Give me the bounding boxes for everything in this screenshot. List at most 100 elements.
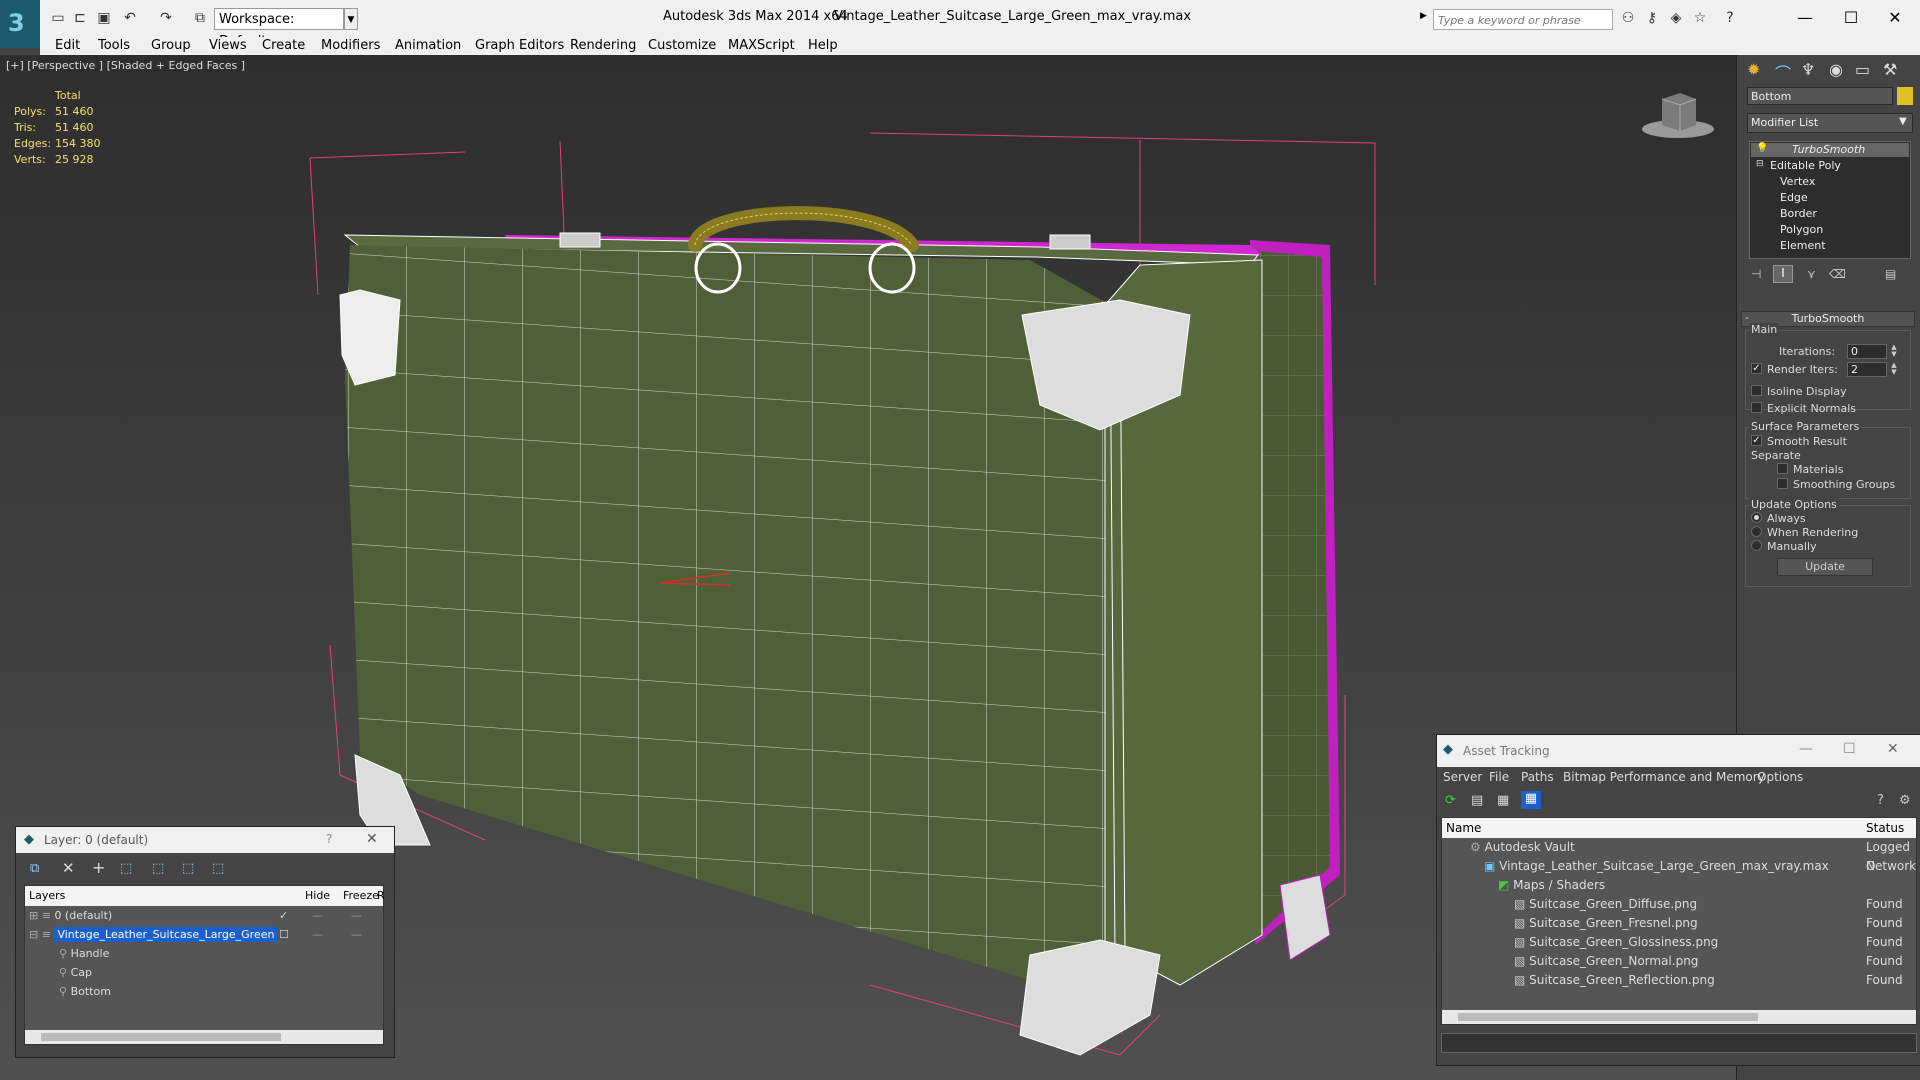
asset-row[interactable]: ▧ Suitcase_Green_Normal.png xyxy=(1514,952,1698,971)
redo-icon[interactable]: ↷ xyxy=(156,8,176,28)
new-file-icon[interactable]: ▭ xyxy=(48,8,68,28)
menu-paths[interactable]: Paths xyxy=(1521,770,1554,784)
menu-file[interactable]: File xyxy=(1489,770,1509,784)
chevron-down-icon[interactable]: ▼ xyxy=(344,8,358,30)
motion-tab-icon[interactable]: ◉ xyxy=(1829,60,1843,79)
menu-animation[interactable]: Animation xyxy=(395,37,461,55)
column-name[interactable]: Name xyxy=(1446,821,1481,835)
column-status[interactable]: Status xyxy=(1866,821,1904,835)
hierarchy-tab-icon[interactable]: ♆ xyxy=(1801,60,1815,79)
stack-item-editable-poly[interactable]: Editable Poly xyxy=(1770,159,1841,172)
subscription-icon[interactable]: ◈ xyxy=(1666,8,1686,28)
isoline-checkbox[interactable] xyxy=(1751,385,1762,396)
delete-layer-icon[interactable]: ✕ xyxy=(62,859,75,877)
app-logo-button[interactable]: 3 xyxy=(0,0,40,48)
favorites-star-icon[interactable]: ☆ xyxy=(1690,8,1710,28)
workspace-dropdown[interactable]: Workspace: Default xyxy=(214,8,344,49)
open-file-icon[interactable]: ⊏ xyxy=(70,8,90,28)
menu-options[interactable]: Options xyxy=(1757,770,1803,784)
menu-create[interactable]: Create xyxy=(262,37,305,55)
pin-stack-icon[interactable]: ⊣ xyxy=(1751,267,1761,281)
asset-row[interactable]: ▧ Suitcase_Green_Reflection.png xyxy=(1514,971,1715,990)
stack-item-vertex[interactable]: Vertex xyxy=(1780,175,1815,188)
menu-server[interactable]: Server xyxy=(1443,770,1482,784)
project-folder-icon[interactable]: ⧉ xyxy=(190,8,210,28)
select-objects-icon[interactable]: ⬚ xyxy=(120,861,132,876)
column-freeze[interactable]: Freeze xyxy=(343,889,379,902)
set-current-icon[interactable]: ☐ xyxy=(279,925,289,944)
close-icon[interactable]: ✕ xyxy=(1887,741,1899,757)
stack-item-element[interactable]: Element xyxy=(1780,239,1826,252)
minimize-icon[interactable]: — xyxy=(1790,5,1820,30)
menu-group[interactable]: Group xyxy=(151,37,191,55)
maximize-icon[interactable]: ☐ xyxy=(1836,5,1866,30)
menu-bitmap-performance[interactable]: Bitmap Performance and Memory xyxy=(1563,770,1765,784)
render-iters-checkbox[interactable]: ✓ xyxy=(1751,363,1762,374)
menu-edit[interactable]: Edit xyxy=(55,37,80,55)
asset-row[interactable]: ▧ Suitcase_Green_Glossiness.png xyxy=(1514,933,1718,952)
maximize-icon[interactable]: ☐ xyxy=(1843,741,1856,757)
help-icon[interactable]: ? xyxy=(326,832,332,846)
expand-search-icon[interactable]: ▶ xyxy=(1420,11,1427,21)
asset-row[interactable]: ◩ Maps / Shaders xyxy=(1498,876,1605,895)
help-icon[interactable]: ? xyxy=(1877,793,1884,808)
menu-tools[interactable]: Tools xyxy=(98,37,130,55)
modifier-stack[interactable]: 💡 TurboSmooth ⊟ Editable Poly Vertex Edg… xyxy=(1749,141,1911,259)
smooth-result-checkbox[interactable]: ✓ xyxy=(1751,435,1762,446)
utilities-tab-icon[interactable]: ⚒ xyxy=(1883,60,1897,79)
layer-row[interactable]: ⊟ ≡ Vintage_Leather_Suitcase_Large_Green… xyxy=(29,925,383,944)
modifier-list-dropdown[interactable]: Modifier List xyxy=(1747,113,1913,133)
stack-item-edge[interactable]: Edge xyxy=(1780,191,1808,204)
menu-maxscript[interactable]: MAXScript xyxy=(728,37,795,55)
modify-tab-icon[interactable]: ⌒ xyxy=(1775,60,1791,84)
list-view-icon[interactable]: ▤ xyxy=(1471,793,1483,808)
make-unique-icon[interactable]: ⋎ xyxy=(1807,267,1816,281)
freeze-all-icon[interactable]: ⬚ xyxy=(212,861,224,876)
close-icon[interactable]: ✕ xyxy=(366,831,378,847)
materials-checkbox[interactable] xyxy=(1777,463,1788,474)
asset-row[interactable]: ▧ Suitcase_Green_Diffuse.png xyxy=(1514,895,1697,914)
layer-row[interactable]: ⚲ Handle xyxy=(59,944,109,963)
manually-radio[interactable] xyxy=(1751,540,1762,551)
asset-tracking-titlebar[interactable]: ◆ Asset Tracking — ☐ ✕ xyxy=(1437,735,1920,767)
chevron-down-icon[interactable]: ▼ xyxy=(1899,116,1907,127)
hide-toggle[interactable]: — xyxy=(312,925,323,944)
settings-icon[interactable]: ⚙ xyxy=(1899,793,1911,808)
highlight-layer-icon[interactable]: ⬚ xyxy=(152,861,164,876)
horizontal-scrollbar[interactable] xyxy=(25,1030,383,1044)
asset-row[interactable]: ▣ Vintage_Leather_Suitcase_Large_Green_m… xyxy=(1484,857,1829,876)
column-render[interactable]: R xyxy=(377,889,385,902)
remove-modifier-icon[interactable]: ⌫ xyxy=(1829,267,1846,281)
hide-toggle[interactable]: — xyxy=(312,906,323,925)
horizontal-scrollbar[interactable] xyxy=(1442,1010,1916,1024)
active-layer-check-icon[interactable]: ✓ xyxy=(279,906,288,925)
menu-views[interactable]: Views xyxy=(209,37,247,55)
update-button[interactable]: Update xyxy=(1777,558,1873,576)
spinner-arrows-icon[interactable]: ▲ ▼ xyxy=(1889,344,1899,359)
iterations-spinner[interactable]: 0 xyxy=(1847,344,1887,359)
freeze-toggle[interactable]: — xyxy=(351,906,362,925)
search-input[interactable]: Type a keyword or phrase xyxy=(1433,9,1613,30)
menu-help[interactable]: Help xyxy=(808,37,838,55)
table-view-icon[interactable]: ▦ xyxy=(1521,791,1541,809)
undo-icon[interactable]: ↶ xyxy=(120,8,140,28)
menu-rendering[interactable]: Rendering xyxy=(570,37,636,55)
layer-row[interactable]: ⚲ Bottom xyxy=(59,982,111,1001)
lightbulb-icon[interactable]: 💡 xyxy=(1756,143,1768,154)
show-end-result-icon[interactable]: Ⅰ xyxy=(1773,265,1793,283)
asset-row[interactable]: ▧ Suitcase_Green_Fresnel.png xyxy=(1514,914,1698,933)
when-rendering-radio[interactable] xyxy=(1751,526,1762,537)
explicit-normals-checkbox[interactable] xyxy=(1751,402,1762,413)
asset-row[interactable]: ⚙ Autodesk Vault xyxy=(1470,838,1575,857)
hide-all-icon[interactable]: ⬚ xyxy=(182,861,194,876)
minimize-icon[interactable]: — xyxy=(1799,741,1813,757)
layer-dialog-titlebar[interactable]: ◆ Layer: 0 (default) ? ✕ xyxy=(16,827,394,853)
column-hide[interactable]: Hide xyxy=(305,889,330,902)
layer-row[interactable]: ⚲ Cap xyxy=(59,963,92,982)
binoculars-icon[interactable]: ⚇ xyxy=(1618,8,1638,28)
save-file-icon[interactable]: ▣ xyxy=(94,8,114,28)
asset-path-field[interactable] xyxy=(1441,1033,1917,1053)
close-icon[interactable]: ✕ xyxy=(1880,5,1910,30)
object-color-swatch[interactable] xyxy=(1897,87,1913,105)
object-name-field[interactable]: Bottom xyxy=(1747,87,1893,105)
